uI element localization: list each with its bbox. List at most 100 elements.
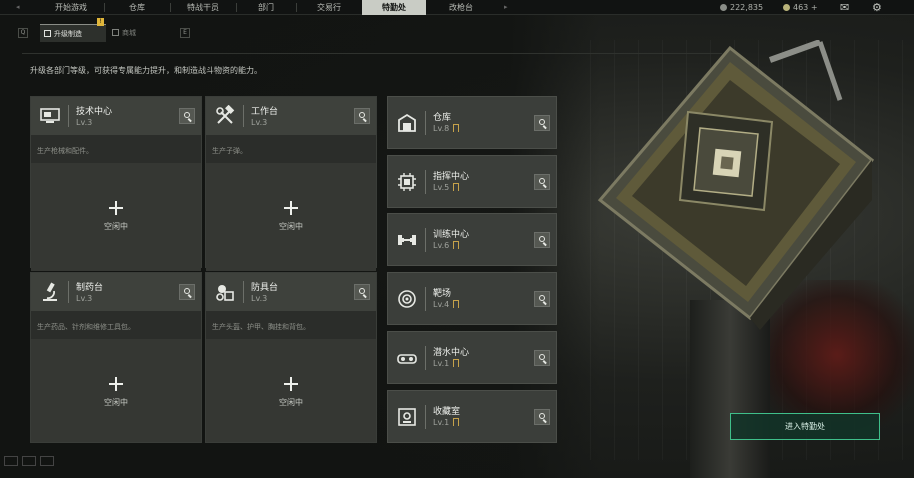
- search-icon: [539, 295, 545, 301]
- tab-warehouse[interactable]: 仓库: [106, 0, 168, 15]
- facility-card-training-center[interactable]: 训练中心 Lv.6: [387, 213, 557, 266]
- facility-level: Lv.1: [433, 359, 450, 368]
- search-button[interactable]: [534, 232, 550, 248]
- subnav-next-key[interactable]: E: [180, 28, 190, 38]
- card-header: 制药台 Lv.3: [31, 273, 201, 311]
- search-icon-handle: [362, 118, 367, 122]
- upgrade-arrow-icon: [453, 359, 460, 367]
- idle-slot[interactable]: 空闲中: [206, 339, 376, 442]
- tab-operators[interactable]: 特战干员: [172, 0, 234, 15]
- upgrade-arrow-icon: [453, 418, 460, 426]
- idle-slot[interactable]: 空闲中: [206, 163, 376, 271]
- bottom-mark: [4, 456, 18, 466]
- production-card-workbench[interactable]: 工作台 Lv.3 生产子弹。 空闲中: [205, 96, 377, 271]
- search-icon-handle: [542, 360, 547, 364]
- settings-gear-icon[interactable]: ⚙: [872, 1, 882, 14]
- search-icon: [539, 354, 545, 360]
- idle-slot[interactable]: 空闲中: [31, 339, 201, 442]
- card-subtitle: 生产药品、针剂和维修工具包。: [37, 323, 135, 331]
- currency-premium[interactable]: 463 +: [783, 0, 818, 15]
- search-button[interactable]: [534, 350, 550, 366]
- card-title: 工作台: [251, 107, 279, 117]
- search-button[interactable]: [534, 291, 550, 307]
- tab-trading[interactable]: 交易行: [298, 0, 360, 15]
- enter-special-ops-button[interactable]: 进入特勤处: [730, 413, 880, 440]
- search-icon: [539, 413, 545, 419]
- facility-level-row: Lv.8: [433, 124, 460, 133]
- tab-department[interactable]: 部门: [238, 0, 294, 15]
- production-card-tech-center[interactable]: 技术中心 Lv.3 生产枪械和配件。 空闲中: [30, 96, 202, 271]
- facility-card-command-center[interactable]: 指挥中心 Lv.5: [387, 155, 557, 208]
- diving-goggles-icon: [396, 347, 418, 369]
- tab-start-game[interactable]: 开始游戏: [40, 0, 102, 15]
- search-button[interactable]: [534, 115, 550, 131]
- top-navigation: ◂ 开始游戏 仓库 特战干员 部门 交易行 特勤处 改枪台 ▸ 222,835 …: [0, 0, 914, 15]
- card-separator: [425, 228, 426, 252]
- card-header: 工作台 Lv.3: [206, 97, 376, 135]
- search-button[interactable]: [354, 108, 370, 124]
- search-icon-handle: [542, 125, 547, 129]
- card-title: 技术中心: [76, 107, 113, 117]
- tab-separator: [104, 3, 105, 12]
- subnav-prev-key[interactable]: Q: [18, 28, 28, 38]
- facility-card-collection-room[interactable]: 收藏室 Lv.1: [387, 390, 557, 443]
- plus-icon: [109, 201, 123, 215]
- plus-icon: [109, 377, 123, 391]
- facility-title: 仓库: [433, 113, 452, 123]
- tab-separator: [170, 3, 171, 12]
- tab-gunsmith[interactable]: 改枪台: [428, 0, 494, 15]
- search-icon-handle: [542, 419, 547, 423]
- search-button[interactable]: [179, 284, 195, 300]
- card-subtitle: 生产枪械和配件。: [37, 147, 93, 155]
- facility-title: 收藏室: [433, 407, 461, 417]
- facility-level: Lv.6: [433, 241, 450, 250]
- warehouse-icon: [396, 112, 418, 134]
- card-separator: [425, 405, 426, 429]
- facility-card-warehouse[interactable]: 仓库 Lv.8: [387, 96, 557, 149]
- facility-level: Lv.1: [433, 418, 450, 427]
- card-separator: [425, 111, 426, 135]
- production-card-pharmacy[interactable]: 制药台 Lv.3 生产药品、针剂和维修工具包。 空闲中: [30, 272, 202, 443]
- tab-special-ops[interactable]: 特勤处: [362, 0, 426, 15]
- card-header: 防具台 Lv.3: [206, 273, 376, 311]
- card-separator: [68, 105, 69, 127]
- idle-slot[interactable]: 空闲中: [31, 163, 201, 271]
- sub-navigation: Q 升级制造 ! 商城 E: [0, 18, 420, 42]
- production-card-armor[interactable]: 防具台 Lv.3 生产头盔、护甲、胸挂和背包。 空闲中: [205, 272, 377, 443]
- mail-icon[interactable]: ✉: [840, 1, 849, 14]
- card-header: 技术中心 Lv.3: [31, 97, 201, 135]
- search-button[interactable]: [179, 108, 195, 124]
- shop-icon: [112, 29, 119, 36]
- card-subtitle: 生产头盔、护甲、胸挂和背包。: [212, 323, 310, 331]
- idle-label: 空闲中: [104, 398, 128, 407]
- tab-separator: [236, 3, 237, 12]
- subtab-shop[interactable]: 商城: [108, 24, 174, 42]
- search-button[interactable]: [534, 174, 550, 190]
- search-icon-handle: [542, 184, 547, 188]
- facility-card-diving-center[interactable]: 潜水中心 Lv.1: [387, 331, 557, 384]
- card-separator: [425, 170, 426, 194]
- page-description: 升级各部门等级，可获得专属能力提升，和制造战斗物资的能力。: [30, 66, 262, 75]
- search-icon-handle: [542, 242, 547, 246]
- search-button[interactable]: [354, 284, 370, 300]
- card-separator: [425, 287, 426, 311]
- search-icon-handle: [542, 301, 547, 305]
- search-icon-handle: [187, 294, 192, 298]
- currency-coins-value: 222,835: [730, 3, 764, 12]
- armor-icon: [214, 281, 236, 303]
- card-separator: [68, 281, 69, 303]
- currency-premium-value: 463: [793, 3, 809, 12]
- card-level: Lv.3: [76, 118, 93, 127]
- coin-icon: [720, 4, 727, 11]
- search-button[interactable]: [534, 409, 550, 425]
- plus-icon: [284, 201, 298, 215]
- idle-label: 空闲中: [279, 398, 303, 407]
- plus-icon: [284, 377, 298, 391]
- facility-level: Lv.8: [433, 124, 450, 133]
- facility-level-row: Lv.6: [433, 241, 460, 250]
- nav-prev-marker: ◂: [16, 3, 20, 11]
- currency-add-plus[interactable]: +: [811, 3, 818, 12]
- facility-card-shooting-range[interactable]: 靶场 Lv.4: [387, 272, 557, 325]
- subtab-upgrade-craft[interactable]: 升级制造 !: [40, 18, 106, 42]
- safe-icon: [396, 406, 418, 428]
